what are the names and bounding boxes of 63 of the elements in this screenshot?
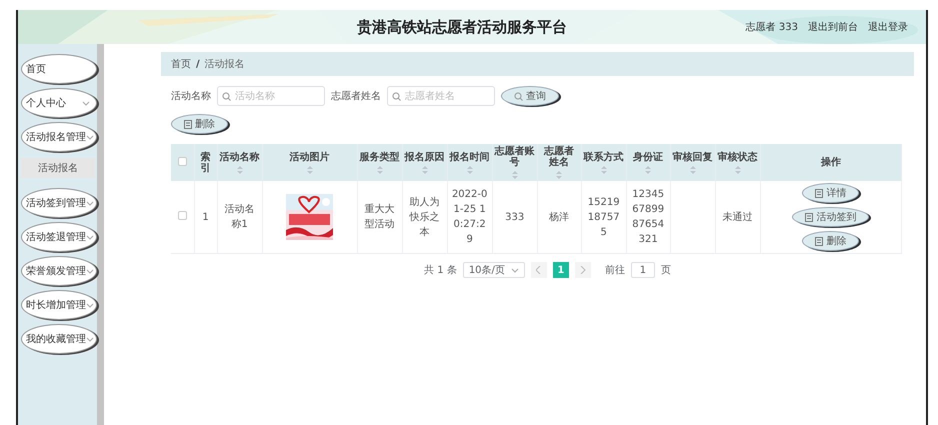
breadcrumb-link[interactable]: 首页: [171, 57, 191, 71]
chevron-down-icon: [86, 302, 94, 308]
table-cell: 333: [505, 212, 524, 222]
chevron-down-icon: [510, 268, 519, 272]
check-in-button[interactable]: 活动签到: [792, 207, 870, 227]
search-field[interactable]: 活动名称: [217, 86, 325, 106]
header-link[interactable]: 退出到前台: [808, 20, 858, 34]
table-cell: 1: [202, 212, 209, 222]
table-cell: 123456789987654321: [632, 189, 664, 245]
sidebar-item[interactable]: 活动签到管理: [21, 188, 97, 218]
table-cell: 助人为快乐之本: [410, 196, 440, 238]
document-icon: [184, 120, 192, 128]
details-button[interactable]: 详情: [802, 183, 860, 203]
chevron-down-icon: [82, 100, 90, 106]
search-icon: [392, 92, 401, 101]
page-suffix: 页: [660, 264, 671, 277]
document-icon: [815, 188, 824, 198]
submenu-item[interactable]: 活动报名: [21, 158, 95, 178]
sidebar-item[interactable]: 时长增加管理: [21, 290, 97, 320]
search-button[interactable]: 查询: [501, 86, 559, 106]
header-link[interactable]: 退出登录: [868, 20, 908, 34]
breadcrumb-separator: /: [196, 58, 200, 70]
field-label: 志愿者姓名: [331, 90, 381, 103]
document-icon: [805, 212, 814, 222]
table-cell: 活动名称1: [224, 204, 255, 230]
sidebar-item[interactable]: 我的收藏管理: [21, 324, 97, 354]
table-cell: 15219187575: [588, 196, 620, 238]
delete-button[interactable]: 删除: [171, 114, 228, 134]
goto-label: 前往: [604, 264, 625, 277]
chevron-down-icon: [86, 134, 94, 140]
page-number-field[interactable]: 1: [630, 262, 655, 278]
previous-page-button[interactable]: [530, 262, 547, 278]
column-header[interactable]: 活动图片: [290, 152, 330, 162]
search-field[interactable]: 志愿者姓名: [387, 86, 495, 106]
sidebar-item[interactable]: 个人中心: [21, 88, 97, 118]
next-page-button[interactable]: [574, 262, 591, 278]
table-cell: 未通过: [722, 212, 753, 222]
table-cell: 重大大型活动: [364, 204, 395, 230]
search-icon: [222, 92, 231, 101]
sidebar-item[interactable]: 荣誉颁发管理: [21, 256, 97, 286]
user-label: 志愿者 333: [746, 20, 798, 34]
page-size-select[interactable]: 10条/页: [462, 262, 525, 278]
delete-button[interactable]: 删除: [802, 231, 860, 251]
chevron-left-icon: [536, 266, 542, 274]
sidebar-item[interactable]: 首页: [21, 54, 97, 84]
field-label: 活动名称: [171, 90, 211, 103]
search-icon: [514, 92, 523, 100]
sidebar-item[interactable]: 活动报名管理: [21, 122, 97, 152]
chevron-down-icon: [86, 268, 94, 274]
column-header[interactable]: 操作: [820, 157, 841, 168]
sidebar-item[interactable]: 活动签退管理: [21, 222, 97, 252]
table-cell: 2022-01-25 10:27:29: [452, 189, 488, 245]
app-title: 贵港高铁站志愿者活动服务平台: [356, 18, 568, 36]
chevron-down-icon: [86, 336, 94, 342]
row-checkbox[interactable]: [178, 210, 187, 220]
chevron-right-icon: [580, 266, 586, 274]
select-all-checkbox[interactable]: [178, 156, 187, 166]
chevron-down-icon: [86, 234, 94, 240]
table-cell: 杨洋: [549, 212, 570, 222]
total-count: 共 1 条: [424, 264, 457, 277]
document-icon: [815, 236, 824, 246]
breadcrumb-link[interactable]: 活动报名: [204, 57, 245, 71]
chevron-down-icon: [86, 200, 94, 206]
